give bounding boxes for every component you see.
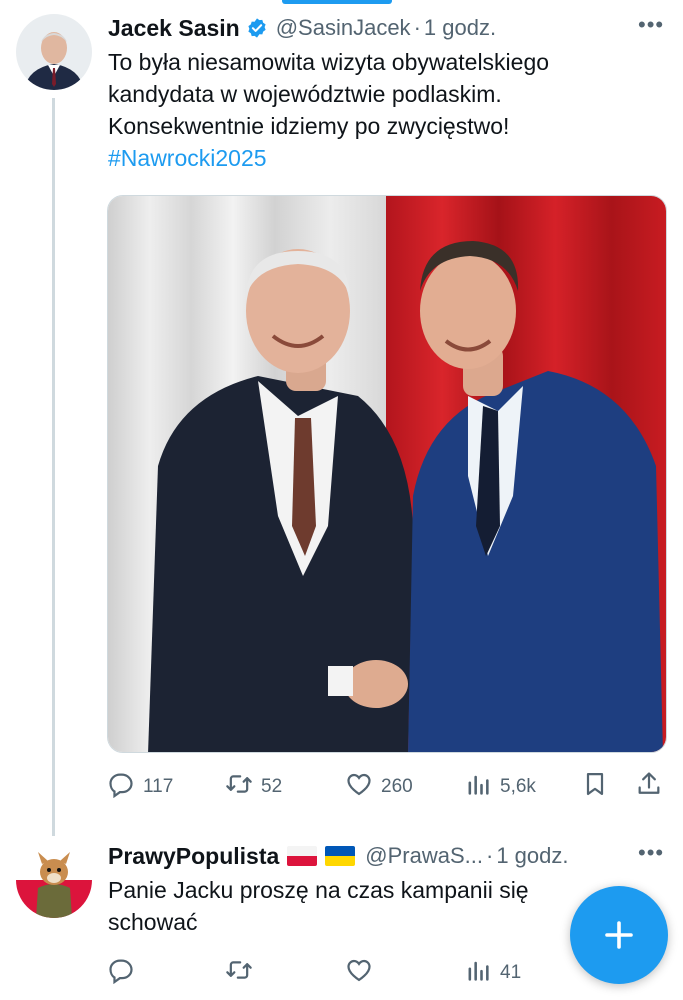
bookmark-button[interactable] [581, 770, 609, 804]
views-button[interactable]: 41 [464, 956, 521, 990]
separator-dot: · [485, 843, 494, 868]
reply-icon [107, 956, 135, 990]
reply-button[interactable]: 117 [107, 770, 173, 804]
like-button[interactable] [345, 956, 373, 990]
more-icon[interactable]: ••• [638, 12, 664, 38]
reply-author-avatar[interactable] [16, 842, 92, 918]
reply-author-handle[interactable]: @PrawaS... [365, 843, 483, 869]
retweet-button[interactable] [225, 956, 253, 990]
compose-button[interactable] [570, 886, 668, 984]
like-count: 260 [381, 776, 413, 797]
separator-dot: · [413, 15, 421, 40]
like-icon [345, 956, 373, 990]
author-handle[interactable]: @SasinJacek [276, 15, 411, 41]
tweet-photo[interactable] [107, 195, 667, 753]
verified-badge-icon [246, 17, 268, 39]
author-name[interactable]: Jacek Sasin [108, 15, 240, 42]
views-count: 41 [500, 962, 522, 983]
views-icon [464, 956, 492, 990]
tweet-actions: 117 52 260 5,6k [107, 770, 667, 800]
scroll-indicator [282, 0, 392, 4]
share-icon [635, 770, 663, 804]
retweet-count: 52 [261, 776, 283, 797]
reply-text-line: Panie Jacku proszę na czas kampanii się [108, 877, 529, 903]
ukraine-flag-icon [325, 846, 356, 866]
poland-flag-icon [287, 846, 318, 866]
reply-header: PrawyPopulista @PrawaS... · 1 godz. [108, 840, 568, 872]
tweet-text: To była niesamowita wizyta obywatelskieg… [108, 46, 668, 174]
retweet-icon [225, 956, 253, 990]
reply-text: Panie Jacku proszę na czas kampanii się … [108, 874, 578, 938]
like-button[interactable]: 260 [345, 770, 413, 804]
reply-button[interactable] [107, 956, 135, 990]
views-count: 5,6k [500, 776, 536, 797]
reply-text-line: schować [108, 909, 198, 935]
reply-icon [107, 770, 135, 804]
tweet-time[interactable]: 1 godz. [424, 15, 496, 41]
reply-time[interactable]: 1 godz. [496, 843, 568, 869]
like-icon [345, 770, 373, 804]
bookmark-icon [581, 770, 609, 804]
more-icon[interactable]: ••• [638, 840, 664, 866]
tweet-text-line: Konsekwentnie idziemy po zwycięstwo! [108, 113, 510, 139]
tweet-text-line: kandydata w województwie podlaskim. [108, 81, 502, 107]
reply-count: 117 [143, 776, 174, 797]
thread-line [52, 98, 55, 836]
tweet-text-line: To była niesamowita wizyta obywatelskieg… [108, 49, 550, 75]
views-button[interactable]: 5,6k [464, 770, 536, 804]
retweet-icon [225, 770, 253, 804]
views-icon [464, 770, 492, 804]
tweet-header: Jacek Sasin @SasinJacek · 1 godz. [108, 12, 496, 44]
reply-author-name[interactable]: PrawyPopulista [108, 843, 279, 870]
hashtag-link[interactable]: #Nawrocki2025 [108, 142, 668, 174]
retweet-button[interactable]: 52 [225, 770, 282, 804]
author-avatar[interactable] [16, 14, 92, 90]
share-button[interactable] [635, 770, 663, 804]
compose-plus-icon [601, 917, 637, 953]
